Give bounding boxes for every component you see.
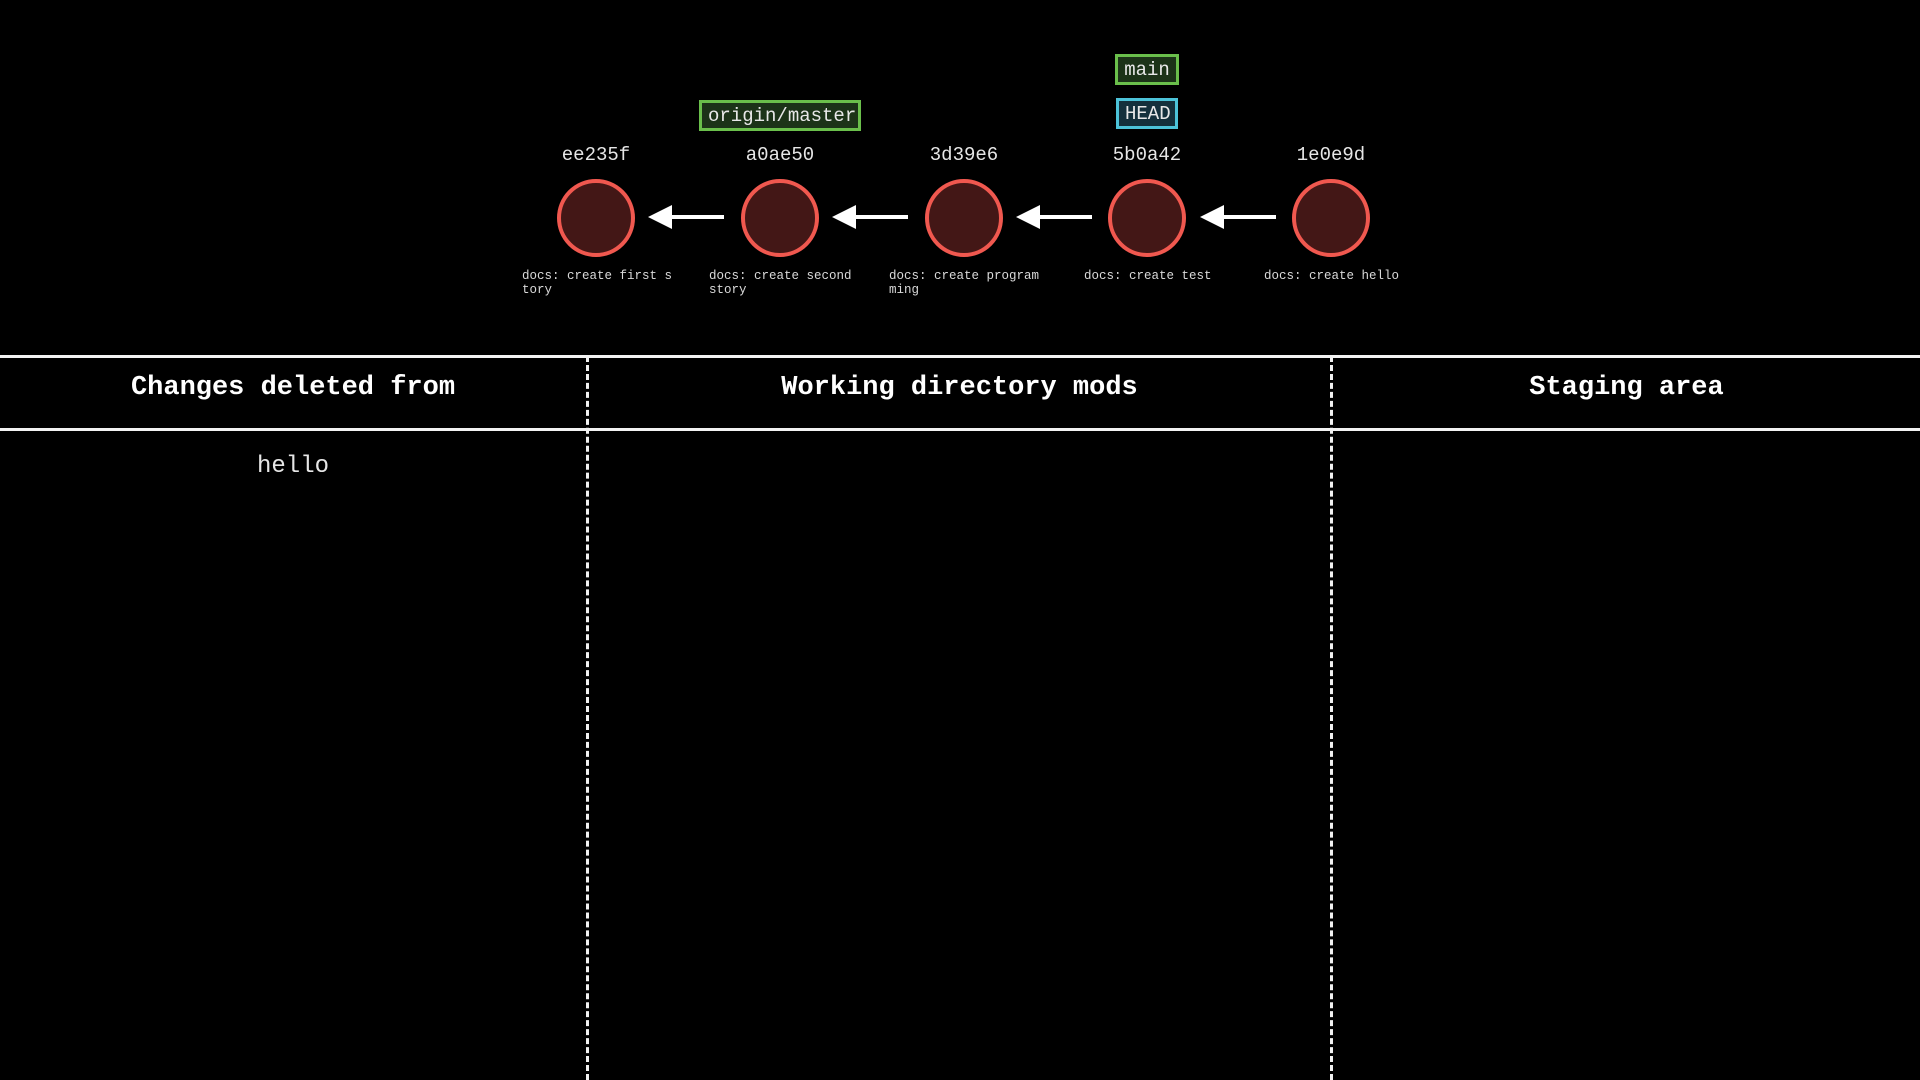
column-header-changes-deleted: Changes deleted from [130,373,456,403]
commit-circle[interactable] [741,179,819,257]
file-item: hello [256,453,329,480]
commit-message: docs: create second story [709,269,852,297]
column-divider [1330,356,1333,1080]
parent-arrow-icon [648,205,724,229]
column-divider [586,356,589,1080]
commit-circle[interactable] [925,179,1003,257]
commit-hash: 3d39e6 [929,144,999,166]
commit-circle[interactable] [1108,179,1186,257]
table-top-border [0,355,1920,358]
commit-circle[interactable] [1292,179,1370,257]
column-header-staging-area: Staging area [1529,373,1724,403]
commit-message: docs: create hello [1264,269,1400,283]
table-header-divider [0,428,1920,431]
commit-message: docs: create program ming [889,269,1040,297]
main-branch-ref-label: main [1115,54,1179,85]
commit-message: docs: create test [1084,269,1212,283]
origin-master-ref-label: origin/master [699,100,861,131]
commit-circle[interactable] [557,179,635,257]
commit-hash: 1e0e9d [1296,144,1366,166]
commit-message: docs: create first s tory [522,269,673,297]
parent-arrow-icon [1200,205,1276,229]
commit-hash: a0ae50 [745,144,815,166]
column-header-working-directory: Working directory mods [781,373,1138,403]
commit-hash: ee235f [561,144,631,166]
parent-arrow-icon [832,205,908,229]
head-ref-label: HEAD [1116,98,1178,129]
commit-hash: 5b0a42 [1112,144,1182,166]
parent-arrow-icon [1016,205,1092,229]
